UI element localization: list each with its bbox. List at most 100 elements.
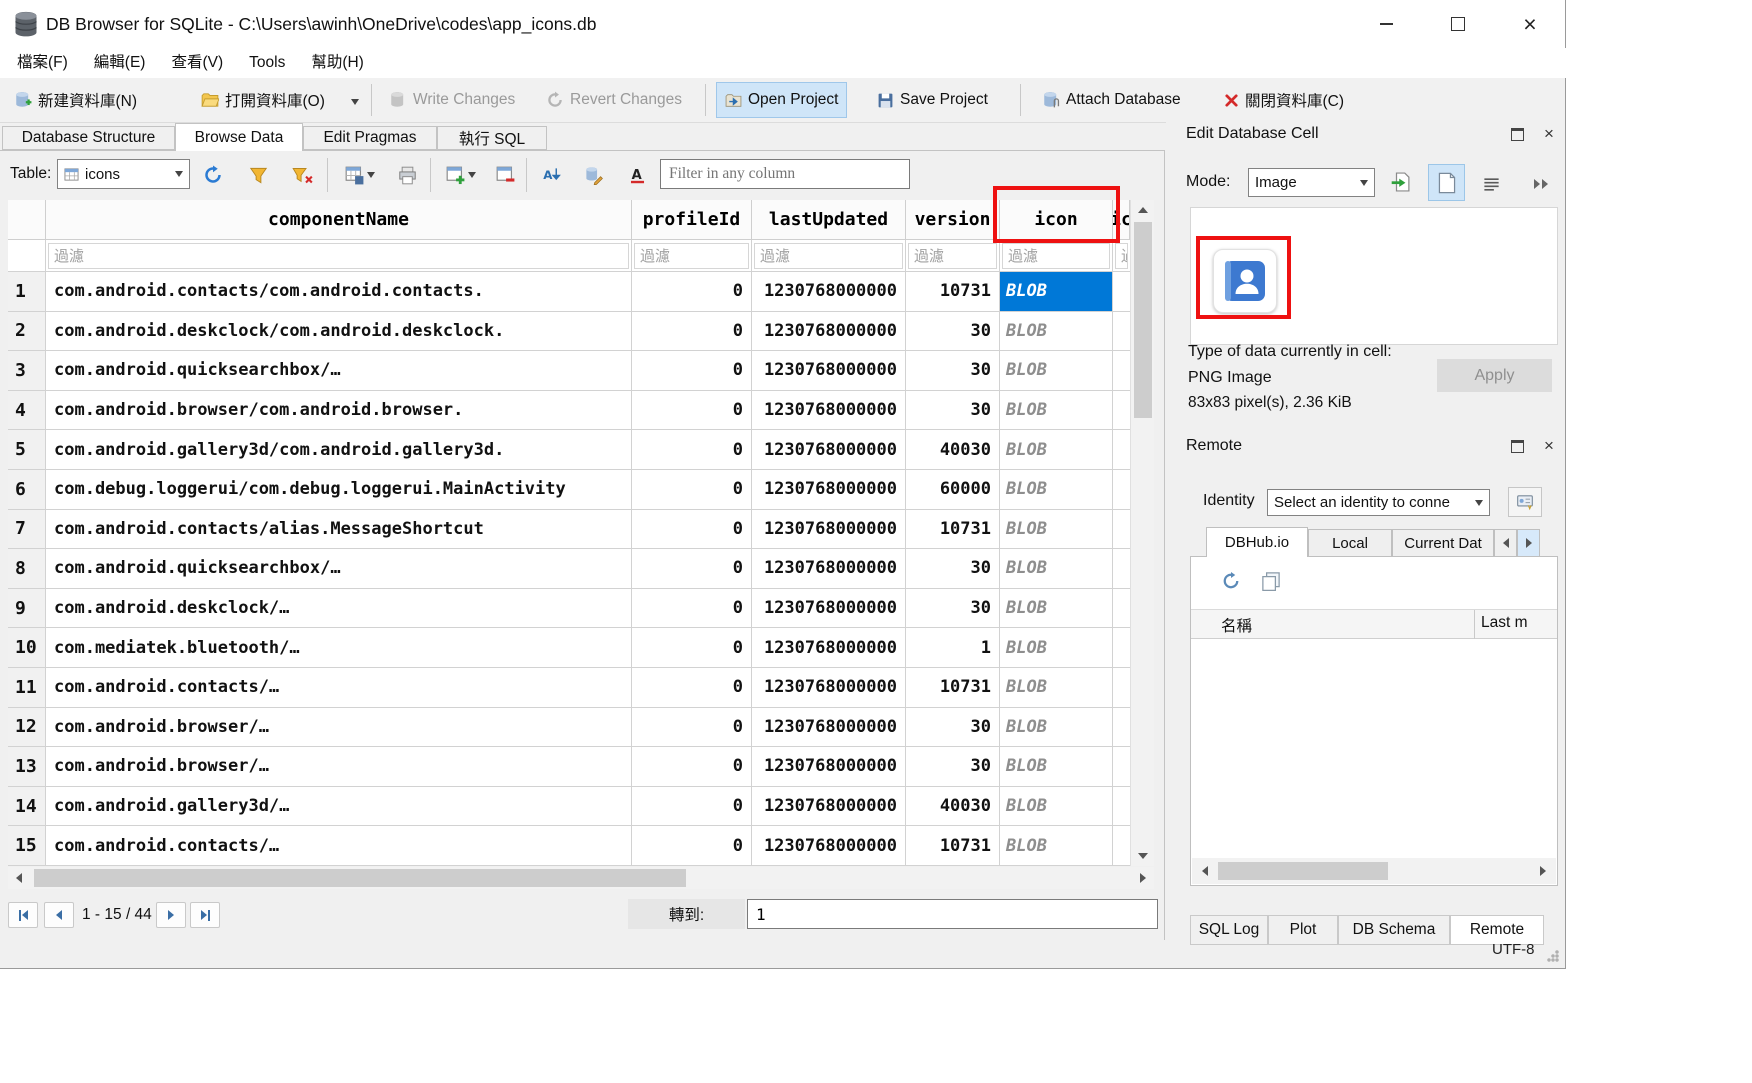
cell-componentName[interactable]: com.android.contacts/com.android.contact… bbox=[46, 272, 632, 312]
filter-cell[interactable]: 過濾 bbox=[632, 240, 752, 272]
encoding-button[interactable]: A bbox=[622, 162, 652, 188]
cell-icon[interactable]: BLOB bbox=[1000, 510, 1113, 550]
cell-clipped[interactable] bbox=[1113, 787, 1130, 827]
cell-clipped[interactable] bbox=[1113, 628, 1130, 668]
cell-lastUpdated[interactable]: 1230768000000 bbox=[752, 708, 906, 748]
cell-icon[interactable]: BLOB bbox=[1000, 589, 1113, 629]
filter-cell[interactable]: 過濾 bbox=[46, 240, 632, 272]
cell-componentName[interactable]: com.android.contacts/… bbox=[46, 668, 632, 708]
remote-float-button[interactable] bbox=[1506, 435, 1528, 457]
cell-profileId[interactable]: 0 bbox=[632, 470, 752, 510]
horizontal-scroll-thumb[interactable] bbox=[1218, 862, 1388, 880]
cell-lastUpdated[interactable]: 1230768000000 bbox=[752, 589, 906, 629]
cell-profileId[interactable]: 0 bbox=[632, 747, 752, 787]
cell-componentName[interactable]: com.mediatek.bluetooth/… bbox=[46, 628, 632, 668]
grid-horizontal-scrollbar[interactable] bbox=[8, 867, 1154, 889]
remote-horizontal-scrollbar[interactable] bbox=[1192, 858, 1556, 884]
cell-profileId[interactable]: 0 bbox=[632, 549, 752, 589]
toolbar-overflow-button[interactable] bbox=[1526, 170, 1556, 198]
filter-cell[interactable]: 過濾 bbox=[752, 240, 906, 272]
cell-lastUpdated[interactable]: 1230768000000 bbox=[752, 312, 906, 352]
document-view-button[interactable] bbox=[1428, 164, 1465, 201]
remote-table-body[interactable] bbox=[1191, 639, 1557, 857]
scroll-left-button[interactable] bbox=[8, 867, 30, 889]
cell-profileId[interactable]: 0 bbox=[632, 510, 752, 550]
cell-clipped[interactable] bbox=[1113, 549, 1130, 589]
cell-profileId[interactable]: 0 bbox=[632, 787, 752, 827]
menu-edit[interactable]: 編輯(E) bbox=[81, 48, 159, 78]
cell-version[interactable]: 30 bbox=[906, 708, 1000, 748]
column-header-rownum[interactable] bbox=[8, 200, 46, 240]
cell-profileId[interactable]: 0 bbox=[632, 708, 752, 748]
first-record-button[interactable] bbox=[8, 902, 38, 928]
row-number[interactable]: 3 bbox=[8, 351, 46, 391]
filter-cell[interactable]: 過濾 bbox=[1000, 240, 1113, 272]
open-project-button[interactable]: Open Project bbox=[716, 82, 847, 118]
cell-componentName[interactable]: com.debug.loggerui/com.debug.loggerui.Ma… bbox=[46, 470, 632, 510]
row-number[interactable]: 8 bbox=[8, 549, 46, 589]
cell-componentName[interactable]: com.android.deskclock/… bbox=[46, 589, 632, 629]
scroll-left-button[interactable] bbox=[1194, 860, 1216, 882]
scroll-right-button[interactable] bbox=[1132, 867, 1154, 889]
cell-lastUpdated[interactable]: 1230768000000 bbox=[752, 430, 906, 470]
cell-componentName[interactable]: com.android.gallery3d/com.android.galler… bbox=[46, 430, 632, 470]
close-database-button[interactable]: 關閉資料庫(C) bbox=[1216, 82, 1352, 118]
cell-clipped[interactable] bbox=[1113, 589, 1130, 629]
menu-view[interactable]: 查看(V) bbox=[158, 48, 236, 78]
cell-version[interactable]: 30 bbox=[906, 747, 1000, 787]
scroll-up-button[interactable] bbox=[1132, 200, 1154, 220]
row-number[interactable]: 5 bbox=[8, 430, 46, 470]
revert-changes-button[interactable]: Revert Changes bbox=[538, 82, 690, 118]
cell-profileId[interactable]: 0 bbox=[632, 272, 752, 312]
cell-clipped[interactable] bbox=[1113, 470, 1130, 510]
cell-clipped[interactable] bbox=[1113, 312, 1130, 352]
tab-execute-sql[interactable]: 執行 SQL bbox=[437, 126, 547, 150]
cell-clipped[interactable] bbox=[1113, 391, 1130, 431]
column-header-lastUpdated[interactable]: lastUpdated bbox=[752, 200, 906, 240]
row-number[interactable]: 10 bbox=[8, 628, 46, 668]
clear-filters-button[interactable] bbox=[285, 162, 319, 188]
cell-clipped[interactable] bbox=[1113, 510, 1130, 550]
cell-profileId[interactable]: 0 bbox=[632, 391, 752, 431]
write-changes-button[interactable]: Write Changes bbox=[381, 82, 523, 118]
cell-icon[interactable]: BLOB bbox=[1000, 470, 1113, 510]
cell-lastUpdated[interactable]: 1230768000000 bbox=[752, 351, 906, 391]
cell-icon[interactable]: BLOB bbox=[1000, 272, 1113, 312]
remote-tab-current-database[interactable]: Current Dat bbox=[1392, 529, 1494, 557]
last-record-button[interactable] bbox=[190, 902, 220, 928]
cell-version[interactable]: 40030 bbox=[906, 430, 1000, 470]
cell-version[interactable]: 10731 bbox=[906, 826, 1000, 866]
filter-cell[interactable]: 過濾 bbox=[906, 240, 1000, 272]
minimize-button[interactable] bbox=[1362, 8, 1410, 40]
filter-any-column-input[interactable] bbox=[660, 159, 910, 189]
cell-lastUpdated[interactable]: 1230768000000 bbox=[752, 272, 906, 312]
maximize-button[interactable] bbox=[1434, 8, 1482, 40]
cell-version[interactable]: 30 bbox=[906, 589, 1000, 629]
cell-version[interactable]: 30 bbox=[906, 351, 1000, 391]
cell-clipped[interactable] bbox=[1113, 351, 1130, 391]
row-number[interactable]: 9 bbox=[8, 589, 46, 629]
cell-profileId[interactable]: 0 bbox=[632, 589, 752, 629]
cell-clipped[interactable] bbox=[1113, 272, 1130, 312]
cell-componentName[interactable]: com.android.deskclock/com.android.deskcl… bbox=[46, 312, 632, 352]
cell-icon[interactable]: BLOB bbox=[1000, 708, 1113, 748]
apply-button[interactable]: Apply bbox=[1437, 359, 1552, 392]
remote-column-name[interactable]: 名稱 bbox=[1221, 614, 1252, 636]
cell-icon[interactable]: BLOB bbox=[1000, 351, 1113, 391]
filter-cell-clipped[interactable]: 過濾 bbox=[1113, 240, 1130, 272]
cell-profileId[interactable]: 0 bbox=[632, 628, 752, 668]
row-number[interactable]: 2 bbox=[8, 312, 46, 352]
import-data-button[interactable] bbox=[1386, 166, 1418, 198]
cell-componentName[interactable]: com.android.quicksearchbox/… bbox=[46, 549, 632, 589]
menu-help[interactable]: 幫助(H) bbox=[298, 48, 377, 78]
edit-cell-float-button[interactable] bbox=[1506, 123, 1528, 145]
cell-version[interactable]: 60000 bbox=[906, 470, 1000, 510]
menu-file[interactable]: 檔案(F) bbox=[4, 48, 81, 78]
cell-lastUpdated[interactable]: 1230768000000 bbox=[752, 549, 906, 589]
cell-icon[interactable]: BLOB bbox=[1000, 628, 1113, 668]
cell-icon[interactable]: BLOB bbox=[1000, 826, 1113, 866]
cell-clipped[interactable] bbox=[1113, 747, 1130, 787]
cell-lastUpdated[interactable]: 1230768000000 bbox=[752, 787, 906, 827]
sort-button[interactable]: A bbox=[536, 162, 566, 188]
cell-version[interactable]: 1 bbox=[906, 628, 1000, 668]
